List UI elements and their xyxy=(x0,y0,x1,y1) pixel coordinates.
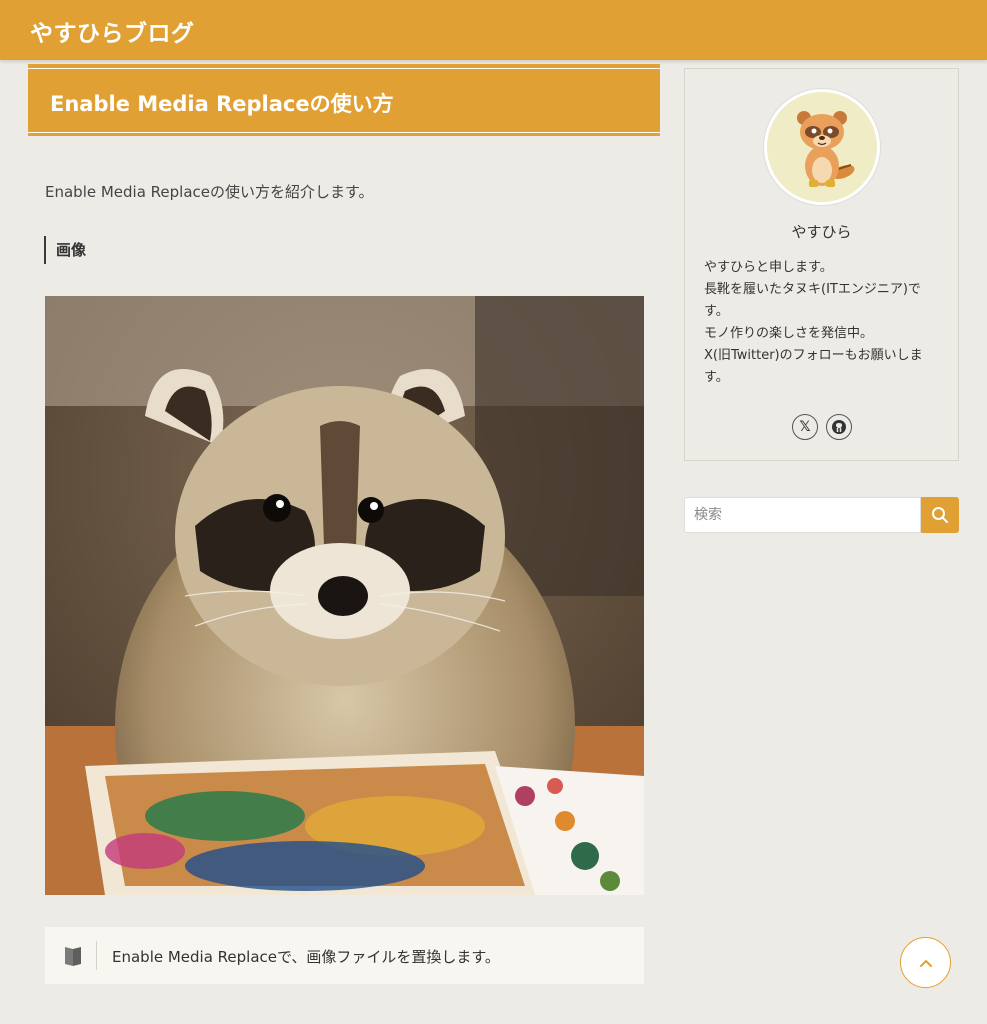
site-header: やすひらブログ xyxy=(0,0,987,60)
back-to-top-button[interactable] xyxy=(900,937,951,988)
profile-card: やすひら やすひらと申します。 長靴を履いたタヌキ(ITエンジニア)です。 モノ… xyxy=(684,68,959,461)
profile-bio: やすひらと申します。 長靴を履いたタヌキ(ITエンジニア)です。 モノ作りの楽し… xyxy=(704,257,944,389)
raccoon-photo xyxy=(45,296,644,895)
bio-line: モノ作りの楽しさを発信中。 xyxy=(704,326,874,341)
avatar xyxy=(764,89,880,205)
search-form xyxy=(684,497,959,533)
search-button[interactable] xyxy=(921,497,959,533)
bio-line: X(旧Twitter)のフォローもお願いします。 xyxy=(704,348,923,385)
x-link-button[interactable]: 𝕏 xyxy=(792,414,818,440)
note-box: Enable Media Replaceで、画像ファイルを置換します。 xyxy=(45,927,644,984)
github-icon xyxy=(832,420,846,434)
profile-name: やすひら xyxy=(791,223,852,241)
site-title[interactable]: やすひらブログ xyxy=(30,14,195,48)
bio-line: 長靴を履いたタヌキ(ITエンジニア)です。 xyxy=(704,282,921,319)
chevron-up-icon xyxy=(919,959,932,967)
post-intro: Enable Media Replaceの使い方を紹介します。 xyxy=(45,183,374,201)
x-logo-icon: 𝕏 xyxy=(799,419,811,435)
post-title: Enable Media Replaceの使い方 xyxy=(50,92,394,116)
tanuki-illustration xyxy=(767,92,877,202)
note-separator xyxy=(96,941,97,970)
search-icon xyxy=(932,507,948,523)
post-title-box: Enable Media Replaceの使い方 xyxy=(28,64,660,136)
note-text: Enable Media Replaceで、画像ファイルを置換します。 xyxy=(112,948,500,966)
bio-line: やすひらと申します。 xyxy=(704,260,833,275)
search-input[interactable] xyxy=(684,497,921,533)
github-link-button[interactable] xyxy=(826,414,852,440)
section-heading: 画像 xyxy=(44,236,86,264)
book-icon xyxy=(65,947,81,966)
